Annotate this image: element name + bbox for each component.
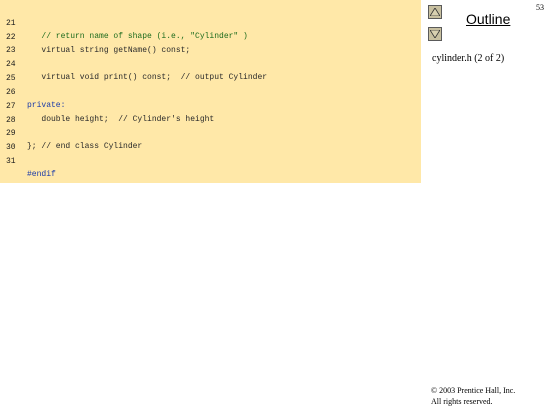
file-label: cylinder.h (2 of 2) (432, 53, 505, 64)
code-line: 21 // return name of shape (i.e., "Cylin… (0, 4, 248, 41)
code-text: }; // end class Cylinder (27, 142, 143, 151)
code-text: virtual void print() const; // output Cy… (27, 73, 268, 82)
code-panel: 21 // return name of shape (i.e., "Cylin… (0, 0, 421, 183)
previous-slide-button[interactable] (428, 5, 442, 19)
code-line: 24 virtual void print() const; // output… (0, 45, 267, 82)
copyright-notice: © 2003 Prentice Hall, Inc. All rights re… (431, 385, 515, 407)
code-line: 25 (0, 59, 19, 83)
code-line: 27 double height; // Cylinder's height (0, 87, 214, 124)
line-number: 31 (6, 157, 16, 166)
code-line: 26 private: (0, 73, 65, 110)
page-number: 53 (536, 3, 544, 12)
copyright-line: © 2003 Prentice Hall, Inc. (431, 386, 516, 395)
code-text: virtual string getName() const; (27, 46, 191, 55)
code-line: 23 (0, 31, 19, 55)
code-line: 22 virtual string getName() const; (0, 18, 190, 55)
code-line: 30 (0, 128, 19, 152)
next-slide-button[interactable] (428, 27, 442, 41)
up-triangle-icon (430, 8, 440, 16)
code-line: 28 (0, 101, 19, 125)
outline-link[interactable]: Outline (466, 11, 510, 27)
code-text: double height; // Cylinder's height (27, 115, 215, 124)
code-line: 31 #endif (0, 142, 56, 179)
code-text: #endif (27, 170, 56, 179)
code-text: // return name of shape (i.e., "Cylinder… (27, 32, 248, 41)
code-line: 29 }; // end class Cylinder (0, 114, 142, 151)
down-triangle-icon (430, 30, 440, 38)
code-text: private: (27, 101, 66, 110)
rights-line: All rights reserved. (431, 397, 493, 406)
